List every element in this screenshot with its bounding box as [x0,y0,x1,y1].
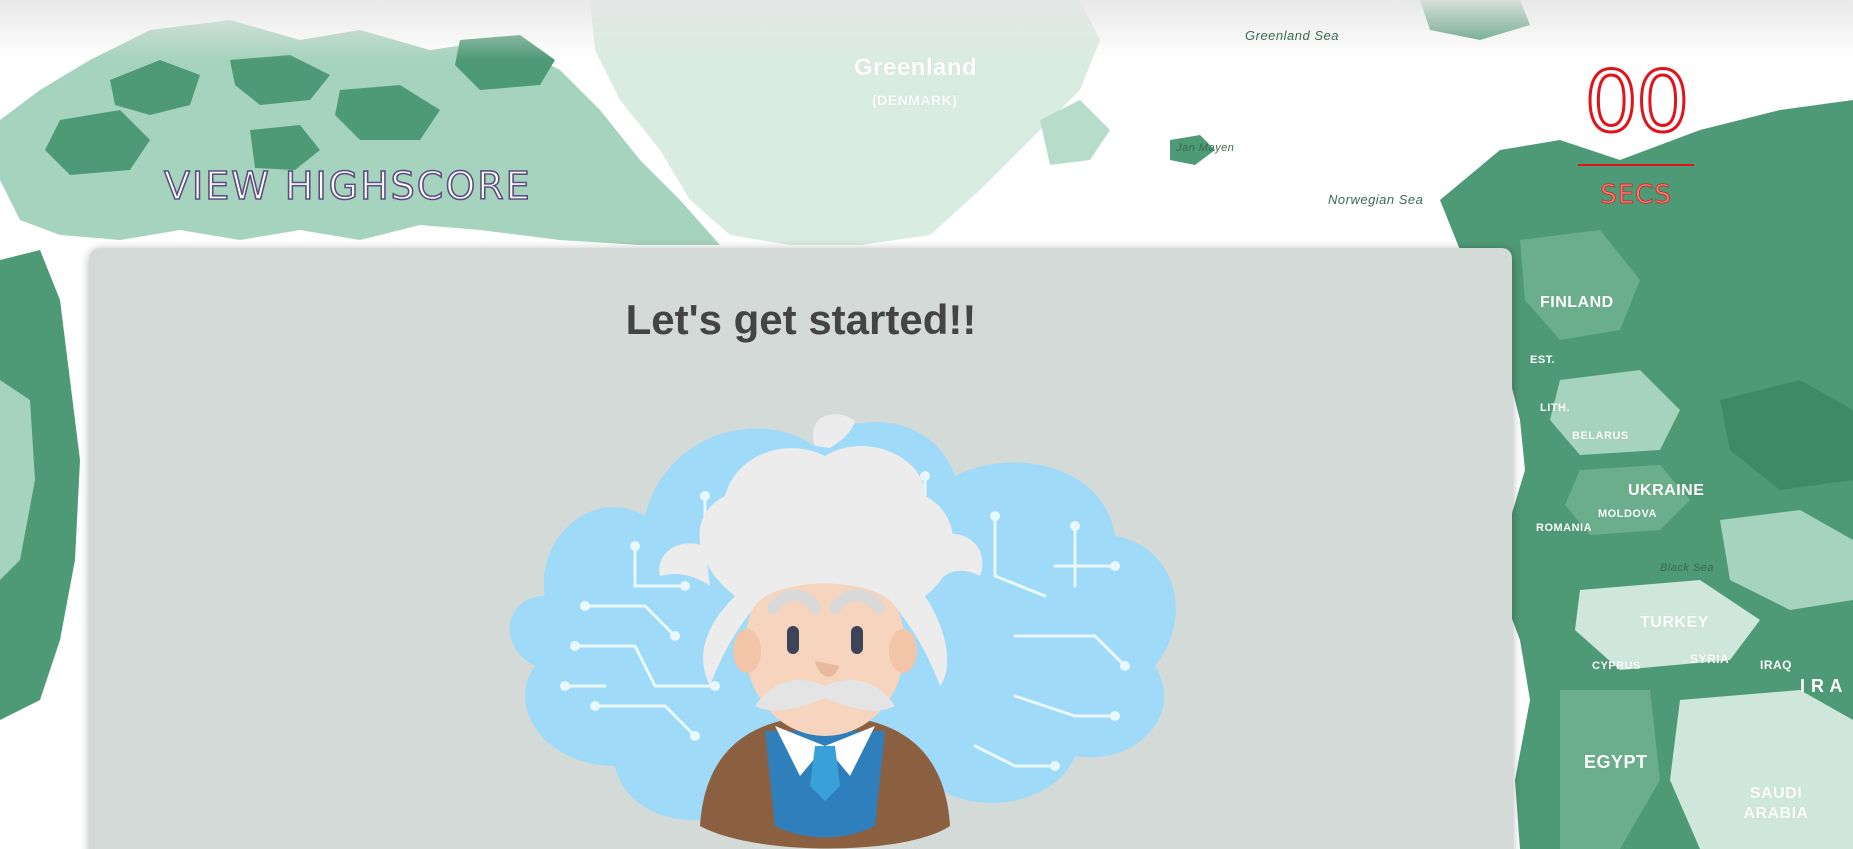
map-label-egypt: EGYPT [1584,752,1648,772]
map-label-belarus: BELARUS [1572,430,1629,442]
timer-value: 00 [1583,53,1691,151]
map-label-turkey: TURKEY [1640,614,1709,631]
map-label-cyprus: CYPRUS [1592,660,1641,672]
view-highscore-button[interactable]: VIEW HIGHSCORE [163,163,532,209]
map-label-est: EST. [1530,354,1556,366]
map-label-syria: SYRIA [1690,652,1730,666]
top-fade-overlay [0,0,1853,60]
map-label-greenland: Greenland [854,54,978,81]
map-label-finland: FINLAND [1540,294,1614,311]
map-label-ira: I R A [1800,676,1843,696]
einstein-mascot-icon [509,414,1176,849]
countdown-timer: 00 SECS [1578,53,1694,211]
card-title: Let's get started!! [625,296,977,343]
timer-divider [1578,164,1694,166]
timer-unit-label: SECS [1600,180,1672,211]
map-label-jan-mayen: Jan Mayen [1176,142,1235,154]
map-label-iraq: IRAQ [1760,658,1792,672]
start-card: Let's get started!! [90,248,1512,849]
map-label-moldova: MOLDOVA [1598,508,1657,520]
map-label-romania: ROMANIA [1536,522,1593,534]
map-label-lith: LITH. [1540,402,1570,414]
map-label-black-sea: Black Sea [1660,562,1715,574]
map-label-norwegian-sea: Norwegian Sea [1328,192,1424,207]
map-label-ukraine: UKRAINE [1628,482,1705,499]
map-label-greenland-sea: Greenland Sea [1245,28,1339,43]
map-label-saudi-arabia: SAUDI ARABIA [1743,785,1809,822]
map-label-denmark: (DENMARK) [872,92,958,108]
